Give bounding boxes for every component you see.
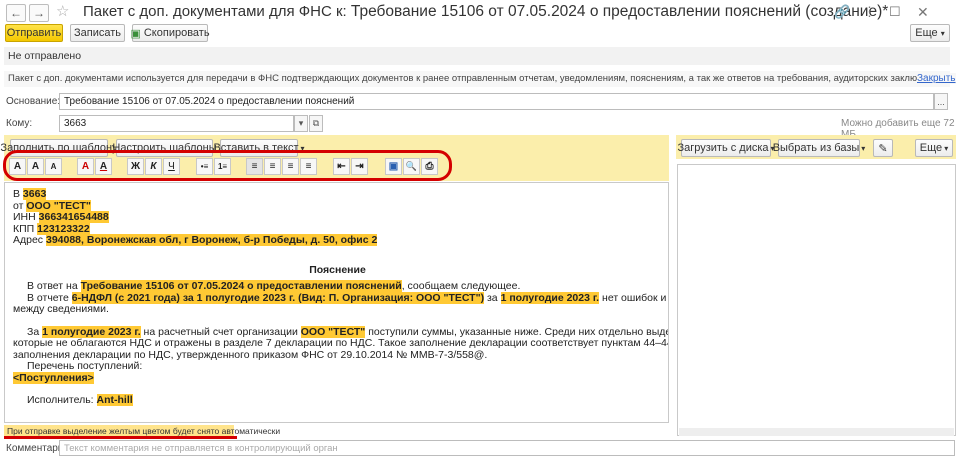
choose-from-base-button[interactable]: Выбрать из базы ▾ <box>773 139 865 157</box>
more-button[interactable]: Еще ▾ <box>910 24 950 42</box>
forward-arrow-icon: → <box>33 6 45 20</box>
favorite-star-icon[interactable]: ☆ <box>56 2 69 20</box>
maximize-icon[interactable]: ☐ <box>889 4 901 20</box>
pencil-icon: ✎ <box>878 142 888 155</box>
doc-receipts-placeholder: <Поступления> <box>13 371 94 384</box>
doc-para-3-cont: которые не облагаются НДС и отражены в р… <box>13 337 669 349</box>
edit-button[interactable]: ✎ <box>873 139 893 157</box>
document-editor[interactable]: В 3663 от ООО "ТЕСТ" ИНН 366341654488 КП… <box>4 182 669 423</box>
more-label: Еще <box>915 27 938 39</box>
warning-underline <box>4 436 237 439</box>
copy-label: Скопировать <box>143 27 210 39</box>
attachments-more-label: Еще <box>919 142 943 154</box>
link-icon[interactable]: 🔗 <box>834 4 850 20</box>
load-disk-label: Загрузить с диска <box>677 142 769 154</box>
comment-input[interactable]: Текст комментария не отправляется в конт… <box>59 440 955 456</box>
doc-para-2: В отчете 6-НДФЛ (с 2021 года) за 1 полуг… <box>27 291 668 304</box>
title-main: Требование 15106 от 07.05.2024 о предост… <box>350 3 889 20</box>
back-arrow-icon: ← <box>10 6 22 20</box>
doc-inn-value: 366341654488 <box>38 211 109 223</box>
more-vert-icon[interactable]: ⋮ <box>863 4 876 20</box>
doc-to-line: В 3663 <box>13 188 47 200</box>
doc-heading: Пояснение <box>309 263 366 276</box>
attachments-more-button[interactable]: Еще ▾ <box>915 139 953 157</box>
window-title: Пакет с доп. документами для ФНС к: Треб… <box>83 3 888 21</box>
copy-icon: ▣ <box>130 27 141 40</box>
doc-address-line: Адрес 394088, Воронежская обл, г Воронеж… <box>13 234 378 246</box>
save-button[interactable]: Записать <box>70 24 125 42</box>
status-text: Не отправлено <box>4 47 950 65</box>
doc-inn-line: ИНН 366341654488 <box>13 211 109 223</box>
highlight-ellipse <box>3 150 452 181</box>
choose-base-label: Выбрать из базы <box>772 142 860 154</box>
info-text: Пакет с доп. документами используется дл… <box>8 73 950 84</box>
doc-from-line: от ООО "ТЕСТ" <box>13 199 91 212</box>
horizontal-scrollbar[interactable] <box>679 428 954 436</box>
forward-button[interactable]: → <box>29 4 49 22</box>
chevron-down-icon: ▾ <box>298 118 304 128</box>
back-button[interactable]: ← <box>6 4 26 22</box>
basis-label: Основание: <box>6 96 61 107</box>
copy-button[interactable]: ▣ Скопировать <box>130 24 210 42</box>
doc-para-2-cont: между сведениями. <box>13 303 109 315</box>
info-bar: Пакет с доп. документами используется дл… <box>4 71 950 87</box>
doc-kpp-value: 123123322 <box>37 222 90 235</box>
doc-executor: Исполнитель: Ant-hill <box>27 394 133 406</box>
to-label: Кому: <box>6 118 33 129</box>
title-prefix: Пакет с доп. документами для ФНС к: <box>83 3 347 20</box>
basis-field[interactable]: Требование 15106 от 07.05.2024 о предост… <box>59 93 934 110</box>
doc-from-value: ООО "ТЕСТ" <box>26 199 91 212</box>
chevron-down-icon: ▾ <box>944 143 949 153</box>
chevron-down-icon: ▾ <box>861 143 866 153</box>
close-icon[interactable]: ✕ <box>917 4 929 21</box>
to-field[interactable]: 3663 <box>59 115 294 132</box>
basis-select-button[interactable]: ... <box>934 93 948 110</box>
chevron-down-icon: ▾ <box>940 28 945 38</box>
doc-receipts-heading: Перечень поступлений: <box>27 360 143 372</box>
load-from-disk-button[interactable]: Загрузить с диска ▾ <box>677 139 775 157</box>
to-open-button[interactable]: ⧉ <box>309 115 323 132</box>
link-icon: ⧉ <box>312 118 320 128</box>
close-info-link[interactable]: Закрыть <box>917 73 956 84</box>
doc-address-value: 394088, Воронежская обл, г Воронеж, б-р … <box>45 234 378 246</box>
send-button[interactable]: Отправить <box>5 24 63 42</box>
attachments-list[interactable] <box>677 164 956 436</box>
doc-para-1: В ответ на Требование 15106 от 07.05.202… <box>27 280 521 292</box>
to-dropdown-button[interactable]: ▾ <box>294 115 308 132</box>
doc-to-value: 3663 <box>22 188 47 200</box>
